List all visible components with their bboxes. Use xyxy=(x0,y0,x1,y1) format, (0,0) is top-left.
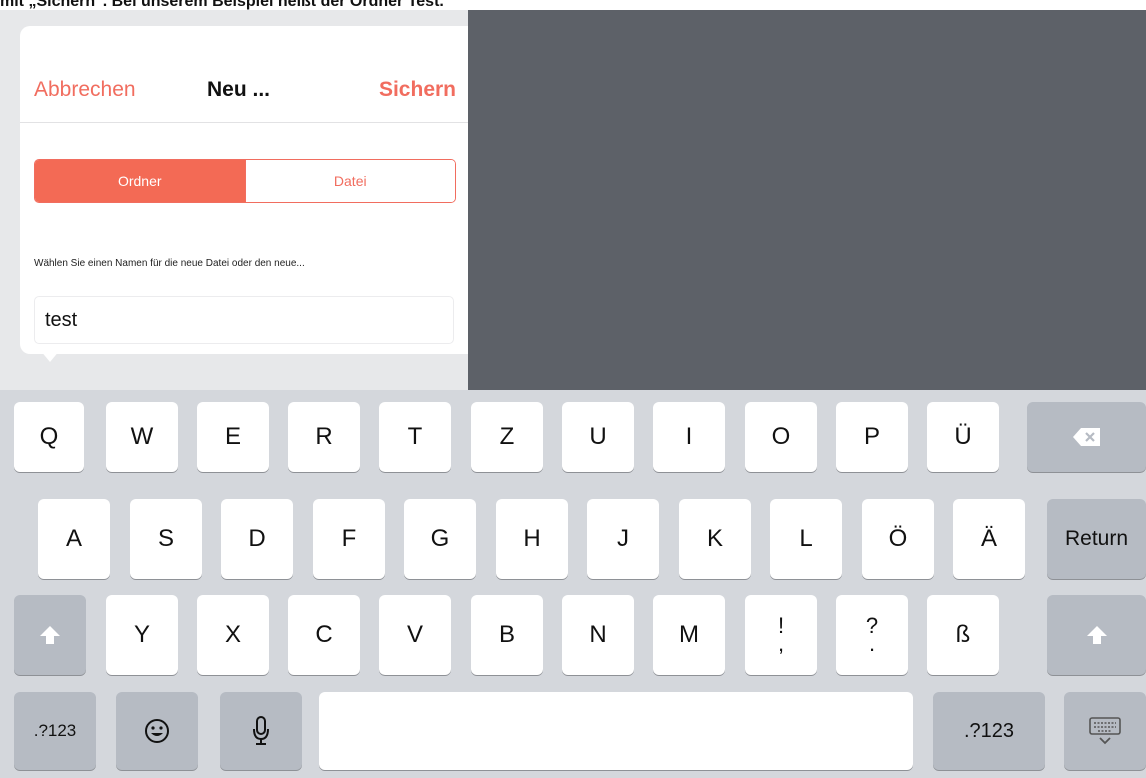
shift-icon xyxy=(1086,626,1107,644)
numbers-key-right[interactable]: .?123 xyxy=(933,692,1045,770)
emoji-icon xyxy=(145,719,169,743)
key-a[interactable]: A xyxy=(38,499,110,579)
key-j[interactable]: J xyxy=(587,499,659,579)
key-eszett[interactable]: ß xyxy=(927,595,999,675)
type-segmented-control: Ordner Datei xyxy=(34,159,456,203)
onscreen-keyboard: Q W E R T Z U I O P Ü A S D F G H J K L … xyxy=(0,390,1146,778)
key-y[interactable]: Y xyxy=(106,595,178,675)
key-question-period[interactable]: ? . xyxy=(836,595,908,675)
key-b[interactable]: B xyxy=(471,595,543,675)
name-input[interactable] xyxy=(34,296,454,344)
key-x[interactable]: X xyxy=(197,595,269,675)
backspace-key[interactable] xyxy=(1027,402,1146,472)
key-i[interactable]: I xyxy=(653,402,725,472)
popover-arrow xyxy=(40,350,60,362)
key-w[interactable]: W xyxy=(106,402,178,472)
shift-key-left[interactable] xyxy=(14,595,86,675)
key-f[interactable]: F xyxy=(313,499,385,579)
save-button[interactable]: Sichern xyxy=(379,78,456,102)
key-g[interactable]: G xyxy=(404,499,476,579)
key-o[interactable]: O xyxy=(745,402,817,472)
popover-title: Neu ... xyxy=(207,78,271,101)
key-h[interactable]: H xyxy=(496,499,568,579)
key-exclamation-comma[interactable]: ! , xyxy=(745,595,817,675)
space-bar[interactable] xyxy=(319,692,913,770)
emoji-key[interactable] xyxy=(116,692,198,770)
numbers-key-left[interactable]: .?123 xyxy=(14,692,96,770)
dictation-key[interactable] xyxy=(220,692,302,770)
key-d[interactable]: D xyxy=(221,499,293,579)
key-s[interactable]: S xyxy=(130,499,202,579)
segment-folder[interactable]: Ordner xyxy=(35,160,245,202)
key-l[interactable]: L xyxy=(770,499,842,579)
key-z[interactable]: Z xyxy=(471,402,543,472)
new-item-popover: Abbrechen Neu ... Sichern Ordner Datei W… xyxy=(20,26,468,354)
key-t[interactable]: T xyxy=(379,402,451,472)
key-e[interactable]: E xyxy=(197,402,269,472)
key-p[interactable]: P xyxy=(836,402,908,472)
key-u[interactable]: U xyxy=(562,402,634,472)
key-m[interactable]: M xyxy=(653,595,725,675)
shift-icon xyxy=(40,626,60,644)
key-bottom-glyph: . xyxy=(868,631,876,656)
hide-keyboard-key[interactable] xyxy=(1064,692,1146,770)
key-ae[interactable]: Ä xyxy=(953,499,1025,579)
segment-file[interactable]: Datei xyxy=(244,160,455,202)
key-r[interactable]: R xyxy=(288,402,360,472)
key-bottom-glyph: , xyxy=(777,631,785,656)
backspace-icon xyxy=(1072,428,1100,446)
key-c[interactable]: C xyxy=(288,595,360,675)
microphone-icon xyxy=(253,716,269,745)
name-hint-text: Wählen Sie einen Namen für die neue Date… xyxy=(34,258,305,269)
key-v[interactable]: V xyxy=(379,595,451,675)
caption-text: mit „Sichern". Bei unserem Beispiel heiß… xyxy=(0,0,444,10)
dimmed-background[interactable] xyxy=(468,10,1146,390)
cancel-button[interactable]: Abbrechen xyxy=(34,78,136,102)
return-key[interactable]: Return xyxy=(1047,499,1146,579)
popover-nav-bar: Abbrechen Neu ... Sichern xyxy=(20,26,468,123)
key-ue[interactable]: Ü xyxy=(927,402,999,472)
key-oe[interactable]: Ö xyxy=(862,499,934,579)
key-k[interactable]: K xyxy=(679,499,751,579)
keyboard-dismiss-icon xyxy=(1089,717,1121,745)
key-n[interactable]: N xyxy=(562,595,634,675)
key-q[interactable]: Q xyxy=(14,402,84,472)
shift-key-right[interactable] xyxy=(1047,595,1146,675)
